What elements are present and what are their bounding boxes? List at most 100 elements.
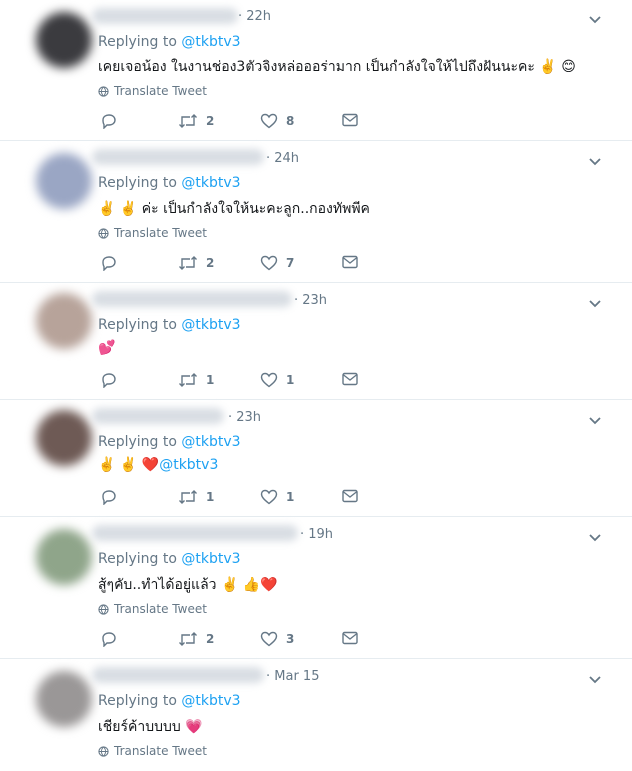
- tweet-actions: 2 3: [100, 631, 360, 651]
- direct-message-button[interactable]: [342, 255, 358, 269]
- retweet-button[interactable]: 2: [178, 255, 214, 271]
- replying-prefix: Replying to: [98, 434, 177, 450]
- replying-to: Replying to @tkbtv3: [98, 175, 241, 191]
- tweet-emojis: ✌️ ✌️ ❤️: [98, 457, 160, 473]
- replying-to: Replying to @tkbtv3: [98, 434, 241, 450]
- translate-label[interactable]: Translate Tweet: [114, 84, 207, 98]
- avatar[interactable]: [36, 410, 92, 466]
- envelope-icon: [342, 372, 358, 386]
- tweet-1: · 22h Replying to @tkbtv3 เคยเจอน้อง ในง…: [0, 0, 632, 141]
- username-blurred[interactable]: [92, 149, 264, 165]
- like-button[interactable]: 8: [260, 113, 294, 129]
- username-blurred[interactable]: [92, 291, 292, 307]
- like-button[interactable]: 3: [260, 631, 294, 647]
- retweet-icon: [179, 632, 197, 646]
- retweet-count: 1: [206, 490, 215, 504]
- direct-message-button[interactable]: [342, 372, 358, 386]
- avatar[interactable]: [36, 671, 92, 727]
- retweet-count: 1: [206, 373, 215, 387]
- username-blurred[interactable]: [92, 667, 264, 683]
- replying-to: Replying to @tkbtv3: [98, 317, 241, 333]
- direct-message-button[interactable]: [342, 631, 358, 645]
- replying-to: Replying to @tkbtv3: [98, 34, 241, 50]
- replying-to: Replying to @tkbtv3: [98, 551, 241, 567]
- tweet-actions: 2 7: [100, 255, 360, 275]
- tweet-text-content: เชียร์ค้าบบบบ: [98, 719, 181, 735]
- retweet-icon: [179, 490, 197, 504]
- reply-handle-link[interactable]: @tkbtv3: [181, 551, 240, 567]
- like-button[interactable]: 1: [260, 372, 294, 388]
- reply-button[interactable]: [100, 372, 118, 388]
- timestamp[interactable]: · Mar 15: [266, 669, 319, 684]
- username-blurred[interactable]: [92, 408, 224, 424]
- tweet-emojis: ✌️ ✌️: [98, 201, 138, 217]
- avatar[interactable]: [36, 529, 92, 585]
- like-button[interactable]: 1: [260, 489, 294, 505]
- translate-label[interactable]: Translate Tweet: [114, 602, 207, 616]
- username-blurred[interactable]: [92, 525, 298, 541]
- reply-button[interactable]: [100, 113, 118, 129]
- reply-handle-link[interactable]: @tkbtv3: [181, 34, 240, 50]
- reply-button[interactable]: [100, 255, 118, 271]
- translate-tweet-link[interactable]: Translate Tweet: [98, 602, 207, 616]
- timestamp[interactable]: · 23h: [294, 293, 327, 308]
- tweet-text-content: เคยเจอน้อง ในงานช่อง3ตัวจิงหล่อออร่ามาก …: [98, 59, 535, 75]
- reply-icon: [102, 490, 116, 505]
- tweet-emojis: ✌️ 👍❤️: [220, 577, 278, 593]
- tweet-emojis: 💗: [185, 719, 203, 735]
- retweet-button[interactable]: 2: [178, 631, 214, 647]
- like-button[interactable]: 7: [260, 255, 294, 271]
- tweet-2: · 24h Replying to @tkbtv3 ✌️ ✌️ ค่ะ เป็น…: [0, 141, 632, 283]
- timestamp[interactable]: · 23h: [228, 410, 261, 425]
- retweet-icon: [179, 373, 197, 387]
- username-blurred[interactable]: [92, 8, 238, 24]
- tweet-text: สู้ๆคับ..ทำได้อยู่แล้ว ✌️ 👍❤️: [98, 574, 278, 596]
- retweet-button[interactable]: 2: [178, 113, 214, 129]
- chevron-down-icon[interactable]: [588, 672, 602, 686]
- timestamp[interactable]: · 22h: [238, 9, 271, 24]
- heart-icon: [260, 372, 278, 388]
- chevron-down-icon[interactable]: [588, 12, 602, 26]
- chevron-down-icon[interactable]: [588, 296, 602, 310]
- tweet-text: 💕: [98, 340, 115, 356]
- reply-handle-link[interactable]: @tkbtv3: [181, 175, 240, 191]
- reply-handle-link[interactable]: @tkbtv3: [181, 693, 240, 709]
- globe-icon: [98, 227, 109, 239]
- translate-tweet-link[interactable]: Translate Tweet: [98, 226, 207, 240]
- heart-icon: [260, 113, 278, 129]
- envelope-icon: [342, 113, 358, 127]
- chevron-down-icon[interactable]: [588, 413, 602, 427]
- replying-to: Replying to @tkbtv3: [98, 693, 241, 709]
- avatar[interactable]: [36, 153, 92, 209]
- retweet-icon: [179, 256, 197, 270]
- mention-link[interactable]: @tkbtv3: [159, 457, 218, 473]
- tweet-text: เชียร์ค้าบบบบ 💗: [98, 716, 203, 738]
- retweet-button[interactable]: 1: [178, 372, 214, 388]
- tweet-actions: 2 8: [100, 113, 360, 133]
- retweet-count: 2: [206, 114, 215, 128]
- reply-handle-link[interactable]: @tkbtv3: [181, 434, 240, 450]
- avatar[interactable]: [36, 12, 92, 68]
- timestamp[interactable]: · 24h: [266, 151, 299, 166]
- direct-message-button[interactable]: [342, 113, 358, 127]
- direct-message-button[interactable]: [342, 489, 358, 503]
- tweet-text-content: 💕: [98, 340, 116, 356]
- reply-button[interactable]: [100, 631, 118, 647]
- globe-icon: [98, 85, 109, 97]
- reply-handle-link[interactable]: @tkbtv3: [181, 317, 240, 333]
- translate-label[interactable]: Translate Tweet: [114, 226, 207, 240]
- translate-tweet-link[interactable]: Translate Tweet: [98, 84, 207, 98]
- envelope-icon: [342, 631, 358, 645]
- reply-icon: [102, 632, 116, 647]
- translate-label[interactable]: Translate Tweet: [114, 744, 207, 758]
- retweet-button[interactable]: 1: [178, 489, 214, 505]
- reply-button[interactable]: [100, 489, 118, 505]
- tweet-emojis: ✌️ 😊: [539, 59, 576, 75]
- translate-tweet-link[interactable]: Translate Tweet: [98, 744, 207, 758]
- chevron-down-icon[interactable]: [588, 154, 602, 168]
- timestamp[interactable]: · 19h: [300, 527, 333, 542]
- replying-prefix: Replying to: [98, 551, 177, 567]
- avatar[interactable]: [36, 293, 92, 349]
- retweet-count: 2: [206, 256, 215, 270]
- chevron-down-icon[interactable]: [588, 530, 602, 544]
